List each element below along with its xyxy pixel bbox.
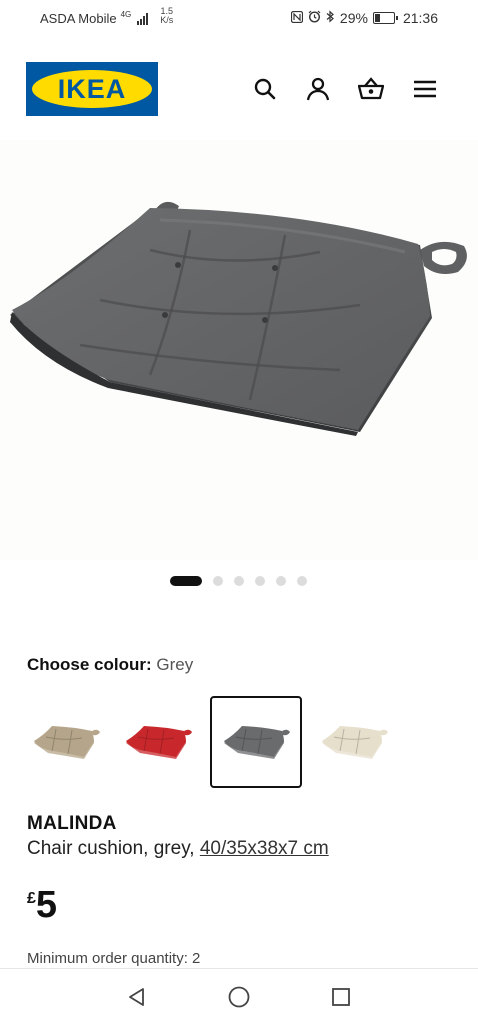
colour-swatch-grey[interactable]: [210, 696, 302, 788]
product-image-gallery[interactable]: [0, 140, 478, 560]
battery-icon: [372, 12, 398, 24]
cushion-thumbnail: [34, 726, 100, 759]
cushion-thumbnail: [126, 726, 192, 759]
status-right: 29% 21:36: [290, 10, 438, 26]
search-icon[interactable]: [252, 76, 278, 102]
gallery-pagination: [170, 576, 307, 586]
carrier-name: ASDA Mobile: [40, 11, 117, 26]
home-button[interactable]: [225, 983, 253, 1011]
gallery-dot[interactable]: [234, 576, 244, 586]
speed-unit: K/s: [160, 14, 174, 25]
gallery-dot[interactable]: [255, 576, 265, 586]
profile-icon[interactable]: [305, 76, 331, 102]
colour-label: Choose colour: Grey: [27, 655, 193, 675]
colour-swatches: [26, 696, 394, 788]
battery-fill: [374, 14, 380, 22]
back-icon: [129, 988, 144, 1006]
bluetooth-icon: [326, 10, 335, 26]
selected-colour: Grey: [156, 655, 194, 674]
network-type: 4G: [120, 10, 132, 19]
site-header: IKEA: [0, 58, 478, 122]
logo-text: IKEA: [57, 73, 127, 104]
product-type: Chair cushion, grey,: [27, 838, 200, 859]
product-image: [10, 201, 467, 436]
product-price: £5: [27, 884, 57, 927]
system-navigation-bar: [0, 968, 478, 1024]
battery-percent: 29%: [339, 10, 368, 26]
menu-icon[interactable]: [412, 76, 438, 102]
colour-label-text: Choose colour:: [27, 655, 152, 674]
status-bar: ASDA Mobile 4G 1.5 K/s 29% 21:36: [0, 0, 478, 38]
recents-button[interactable]: [327, 983, 355, 1011]
ikea-logo[interactable]: IKEA: [26, 62, 158, 116]
basket-icon[interactable]: [357, 76, 385, 102]
colour-swatch-beige[interactable]: [26, 696, 106, 788]
colour-swatch-red[interactable]: [118, 696, 198, 788]
home-icon: [228, 986, 250, 1008]
clock: 21:36: [402, 10, 438, 26]
colour-swatch-natural[interactable]: [314, 696, 394, 788]
price-currency: £: [27, 890, 36, 907]
product-description: Chair cushion, grey, 40/35x38x7 cm: [27, 838, 329, 860]
cushion-thumbnail: [224, 726, 290, 759]
status-left: ASDA Mobile 4G 1.5 K/s: [40, 6, 173, 26]
signal-icon: [137, 12, 149, 25]
gallery-dot[interactable]: [276, 576, 286, 586]
product-dimensions-link[interactable]: 40/35x38x7 cm: [200, 838, 329, 859]
price-value: 5: [35, 884, 58, 926]
minimum-order-quantity: Minimum order quantity: 2: [27, 950, 201, 967]
cushion-thumbnail: [322, 726, 388, 759]
product-name: MALINDA: [27, 813, 117, 834]
network-speed: 1.5 K/s: [160, 6, 174, 25]
back-button[interactable]: [123, 983, 151, 1011]
gallery-dot[interactable]: [170, 576, 202, 586]
nfc-icon: [290, 10, 304, 26]
gallery-dot[interactable]: [297, 576, 307, 586]
gallery-dot[interactable]: [213, 576, 223, 586]
recents-icon: [332, 988, 350, 1006]
alarm-icon: [308, 10, 321, 26]
